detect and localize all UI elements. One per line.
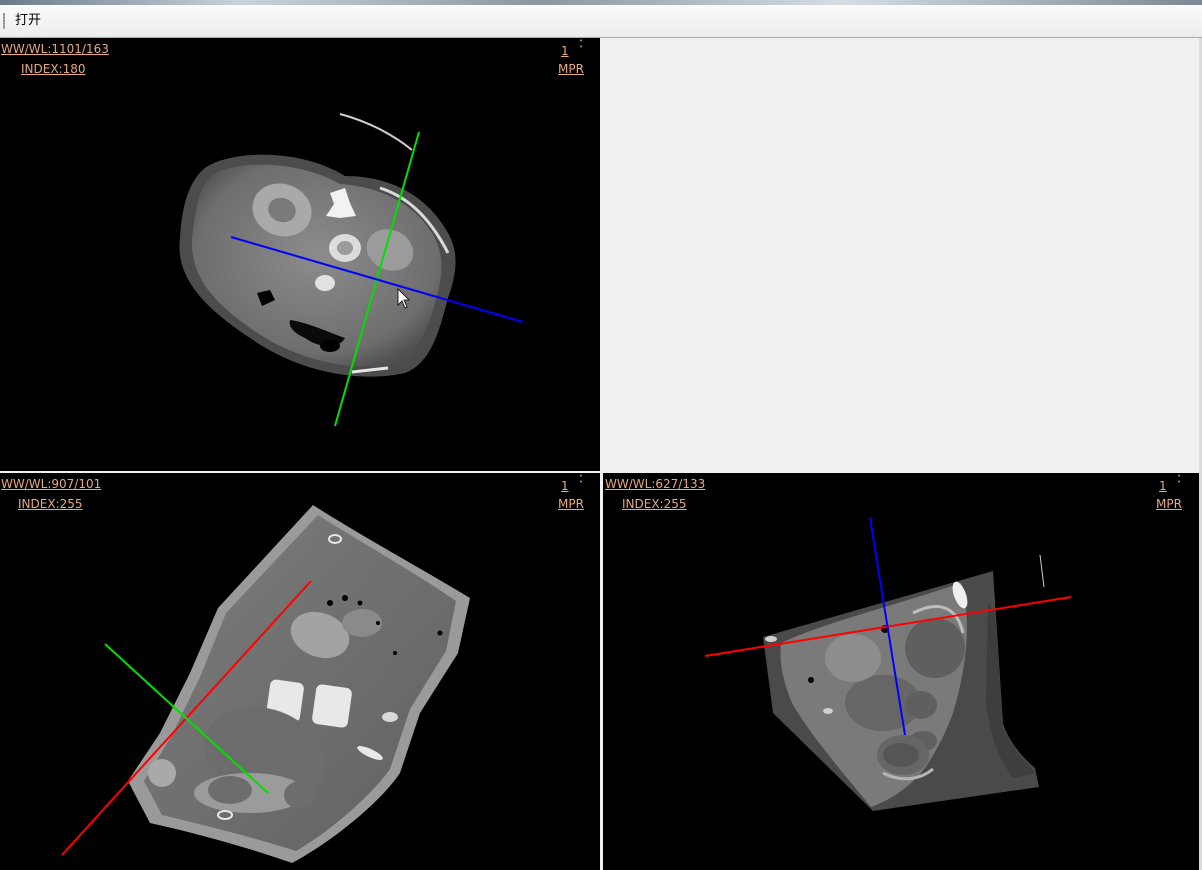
axial-viewport[interactable]: WW/WL:1101/163 INDEX:180 1 ˄ ˅ MPR bbox=[0, 38, 600, 471]
toolbar: 打开 bbox=[0, 5, 1202, 38]
vertical-splitter[interactable] bbox=[600, 38, 603, 870]
sagittal-viewport[interactable]: WW/WL:627/133 INDEX:255 1 ˄ ˅ MPR bbox=[603, 473, 1199, 870]
sagittal-mode-label[interactable]: MPR bbox=[1156, 497, 1182, 511]
sagittal-index[interactable]: INDEX:255 bbox=[622, 497, 687, 511]
coronal-index[interactable]: INDEX:255 bbox=[18, 497, 83, 511]
axial-slice-number[interactable]: 1 bbox=[561, 44, 569, 58]
up-down-arrows-icon[interactable]: ˄ ˅ bbox=[577, 475, 585, 490]
coronal-slice-number[interactable]: 1 bbox=[561, 479, 569, 493]
axial-mode-label[interactable]: MPR bbox=[558, 62, 584, 76]
coronal-ww-wl[interactable]: WW/WL:907/101 bbox=[1, 477, 101, 491]
coronal-image bbox=[61, 505, 470, 863]
sagittal-slice-number[interactable]: 1 bbox=[1159, 479, 1167, 493]
coronal-mode-label[interactable]: MPR bbox=[558, 497, 584, 511]
empty-viewport bbox=[603, 38, 1199, 471]
sagittal-ww-wl[interactable]: WW/WL:627/133 bbox=[605, 477, 705, 491]
axial-index[interactable]: INDEX:180 bbox=[21, 62, 86, 76]
toolbar-grip-icon[interactable] bbox=[3, 13, 5, 29]
up-down-arrows-icon[interactable]: ˄ ˅ bbox=[1175, 475, 1183, 490]
axial-ww-wl[interactable]: WW/WL:1101/163 bbox=[1, 42, 109, 56]
horizontal-splitter[interactable] bbox=[0, 471, 1202, 473]
axial-image bbox=[179, 113, 524, 427]
coronal-viewport[interactable]: WW/WL:907/101 INDEX:255 1 ˄ ˅ MPR bbox=[0, 473, 600, 870]
up-down-arrows-icon[interactable]: ˄ ˅ bbox=[577, 40, 585, 55]
sagittal-image bbox=[704, 517, 1072, 811]
open-button[interactable]: 打开 bbox=[11, 12, 45, 30]
